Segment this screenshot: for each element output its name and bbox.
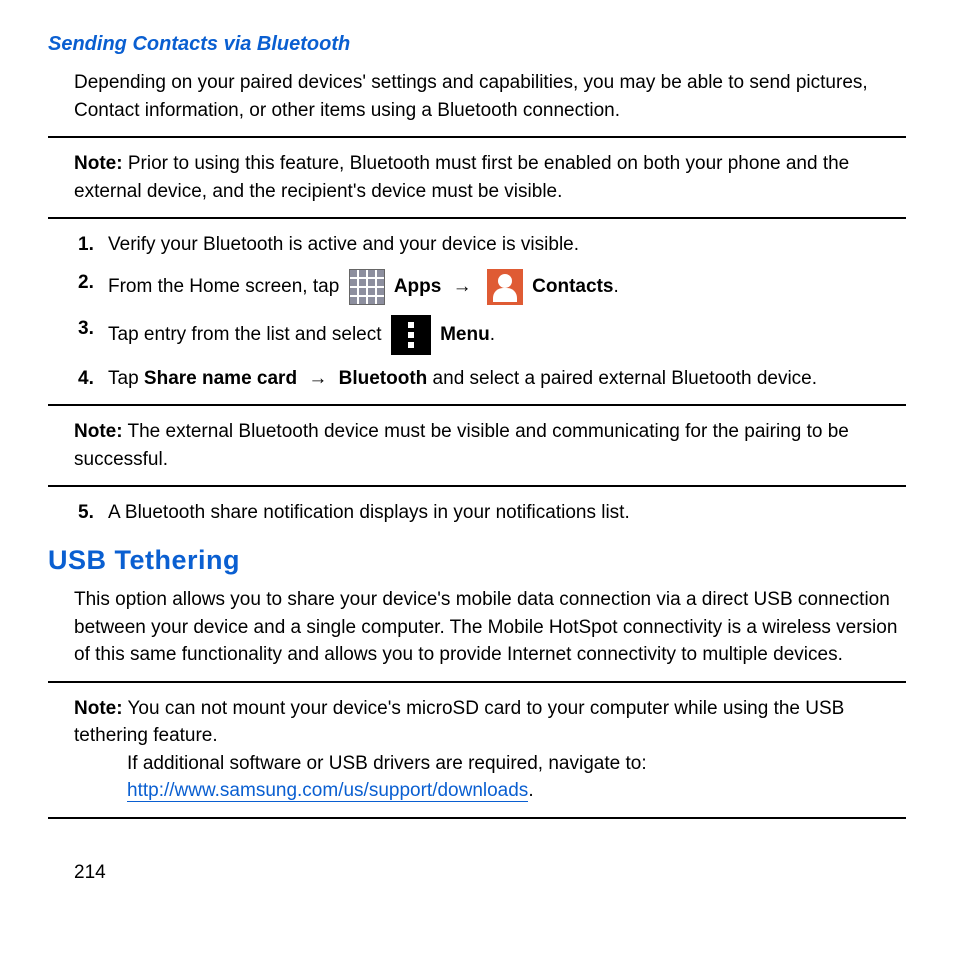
arrow-icon: → — [453, 273, 472, 301]
contacts-icon — [487, 269, 523, 305]
section-intro: Depending on your paired devices' settin… — [48, 69, 906, 124]
page-number: 214 — [48, 859, 906, 887]
step-3: Tap entry from the list and select Menu. — [108, 315, 906, 355]
step-4-b2: Bluetooth — [339, 368, 428, 389]
step-4-b1: Share name card — [144, 368, 297, 389]
note-block-2: Note: The external Bluetooth device must… — [48, 404, 906, 487]
step-2-contacts: Contacts — [532, 276, 613, 297]
period: . — [528, 780, 533, 801]
step-4: Tap Share name card → Bluetooth and sele… — [108, 365, 906, 393]
step-1: Verify your Bluetooth is active and your… — [108, 231, 906, 259]
section2-intro: This option allows you to share your dev… — [48, 586, 906, 669]
arrow-icon: → — [308, 365, 327, 393]
note3-line1: You can not mount your device's microSD … — [74, 698, 844, 747]
note-text: The external Bluetooth device must be vi… — [74, 421, 849, 470]
section-subtitle: Sending Contacts via Bluetooth — [48, 30, 906, 59]
section-heading: USB Tethering — [48, 541, 906, 580]
step-2-apps: Apps — [394, 276, 442, 297]
note-text: Prior to using this feature, Bluetooth m… — [74, 153, 849, 202]
note-label: Note: — [74, 153, 123, 174]
step-5: A Bluetooth share notification displays … — [108, 499, 906, 527]
note-block-3: Note: You can not mount your device's mi… — [48, 681, 906, 819]
note-block-1: Note: Prior to using this feature, Bluet… — [48, 136, 906, 219]
note-label: Note: — [74, 698, 123, 719]
step-4-post: and select a paired external Bluetooth d… — [427, 368, 817, 389]
step-3-menu: Menu — [440, 324, 490, 345]
period: . — [490, 324, 495, 345]
period: . — [613, 276, 618, 297]
step-4-pre: Tap — [108, 368, 144, 389]
samsung-downloads-link[interactable]: http://www.samsung.com/us/support/downlo… — [127, 780, 528, 802]
step-3-pre: Tap entry from the list and select — [108, 324, 382, 345]
apps-icon — [349, 269, 385, 305]
step-2: From the Home screen, tap Apps → Contact… — [108, 269, 906, 305]
note-label: Note: — [74, 421, 123, 442]
note3-line2-pre: If additional software or USB drivers ar… — [127, 753, 647, 774]
steps-list-cont: A Bluetooth share notification displays … — [48, 499, 906, 527]
menu-icon — [391, 315, 431, 355]
steps-list: Verify your Bluetooth is active and your… — [48, 231, 906, 392]
step-2-pre: From the Home screen, tap — [108, 276, 339, 297]
